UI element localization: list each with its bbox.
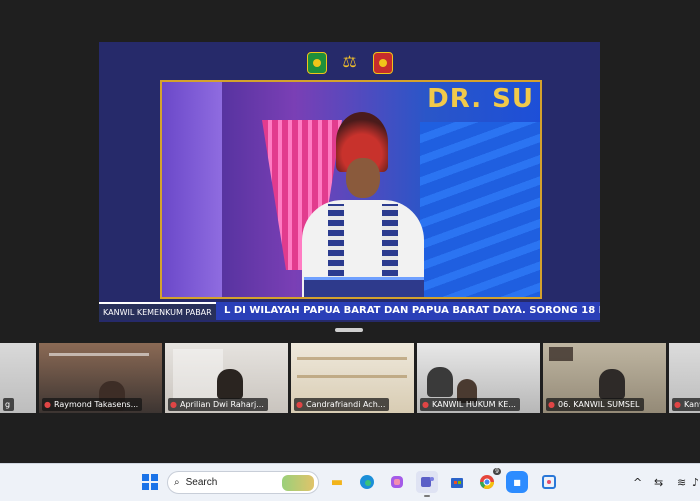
mic-muted-icon: ● [44, 400, 51, 409]
network-icon[interactable]: ⇆ [654, 464, 663, 501]
wall-frame [549, 347, 573, 361]
participant-name-tag: ● 06. KANWIL SUMSEL [546, 398, 644, 411]
provincial-emblem-logo [306, 52, 327, 74]
participant-name-tag: ● KANWIL HUKUM KE... [420, 398, 520, 411]
ministry-emblem-logo: ⚖ [342, 52, 357, 71]
network-status-icon: ⇆ [654, 476, 664, 489]
notification-badge: 9 [493, 468, 501, 475]
zoom-icon[interactable]: ■ [506, 471, 528, 493]
participant-name: Raymond Takasens... [53, 400, 139, 409]
podium [304, 277, 424, 297]
edge-icon[interactable] [356, 471, 378, 493]
backdrop-banner-text: DR. SU [427, 84, 534, 114]
background-shelf [297, 357, 407, 360]
participant-tile[interactable]: ● Candrafriandi Ach... [291, 343, 414, 413]
copilot-icon[interactable] [386, 471, 408, 493]
participant-name-tag: ● Candrafriandi Ach... [294, 398, 390, 411]
participant-tile[interactable]: ● 06. KANWIL SUMSEL [543, 343, 666, 413]
teams-icon[interactable] [416, 471, 438, 497]
mic-muted-icon: ● [170, 400, 177, 409]
volume-icon[interactable]: ♪ [692, 464, 699, 501]
participant-name: Candrafriandi Ach... [305, 400, 386, 409]
participant-figure [217, 369, 243, 399]
news-ticker: L DI WILAYAH PAPUA BARAT DAN PAPUA BARAT… [99, 302, 600, 320]
participant-name: Kanw [683, 400, 700, 409]
mic-muted-icon: ● [674, 400, 681, 409]
ticker-label: KANWIL KEMENKUM PABAR [99, 302, 216, 320]
mic-muted-icon: ● [548, 400, 555, 409]
speaker-head [346, 158, 380, 198]
speaker-volume-icon: ♪ [692, 476, 700, 489]
participant-tile[interactable]: ● Raymond Takasens... [39, 343, 162, 413]
active-indicator [424, 495, 430, 497]
background-shelf [173, 349, 223, 399]
speaker [280, 112, 440, 297]
background-shelf [297, 375, 407, 378]
participant-tile[interactable]: ● Aprilian Dwi Raharj... [165, 343, 288, 413]
wifi-signal-icon: ≋ [677, 476, 687, 489]
ticker-text: L DI WILAYAH PAPUA BARAT DAN PAPUA BARAT… [224, 305, 600, 316]
speaker-video-frame: DR. SU [160, 80, 542, 299]
zoom-camera-icon: ■ [513, 477, 521, 487]
mic-muted-icon: ● [296, 400, 303, 409]
chevron-up-icon: ^ [633, 476, 643, 489]
snipping-tool-icon[interactable] [538, 471, 560, 493]
participant-figure [599, 369, 625, 399]
participant-name-tag: ● Kanw [672, 398, 700, 411]
participant-name: Aprilian Dwi Raharj... [179, 400, 264, 409]
wifi-icon[interactable]: ≋ [677, 464, 686, 501]
windows-start-icon[interactable] [139, 471, 161, 493]
regional-emblem-logo [372, 52, 393, 74]
background-shelf [49, 353, 149, 356]
search-label: Search [185, 477, 218, 488]
mic-muted-icon: ● [422, 400, 429, 409]
taskbar-search-box[interactable]: ⌕ Search [167, 471, 319, 494]
search-icon: ⌕ [174, 477, 180, 488]
shared-screen: ⚖ DR. SU L DI WILAYAH PAPUA BARAT DAN PA… [99, 42, 600, 322]
logo-row: ⚖ [99, 52, 600, 74]
participant-tile[interactable]: g [0, 343, 36, 413]
file-explorer-icon[interactable]: ▬ [326, 471, 348, 493]
participant-tile[interactable]: ● Kanw [669, 343, 700, 413]
participant-tile[interactable]: ● KANWIL HUKUM KE... [417, 343, 540, 413]
participant-strip: g ● Raymond Takasens... ● Aprilian Dwi R… [0, 343, 700, 413]
chrome-icon[interactable]: 9 [476, 468, 501, 493]
taskbar: ⌕ Search ▬ 9 ■ ^ ⇆ ≋ ♪ [0, 463, 700, 501]
search-highlight-icon [282, 475, 314, 491]
store-icon[interactable] [446, 471, 468, 493]
participant-name: KANWIL HUKUM KE... [431, 400, 516, 409]
resize-handle[interactable] [335, 328, 363, 332]
participant-name: 06. KANWIL SUMSEL [557, 400, 640, 409]
show-hidden-icons-button[interactable]: ^ [633, 464, 642, 501]
participant-name-tag: ● Raymond Takasens... [42, 398, 143, 411]
participant-name: g [5, 400, 11, 409]
participant-figure [427, 367, 453, 397]
participant-name-tag: g [3, 398, 15, 411]
participant-name-tag: ● Aprilian Dwi Raharj... [168, 398, 268, 411]
stage-pillar-decoration [162, 82, 222, 297]
